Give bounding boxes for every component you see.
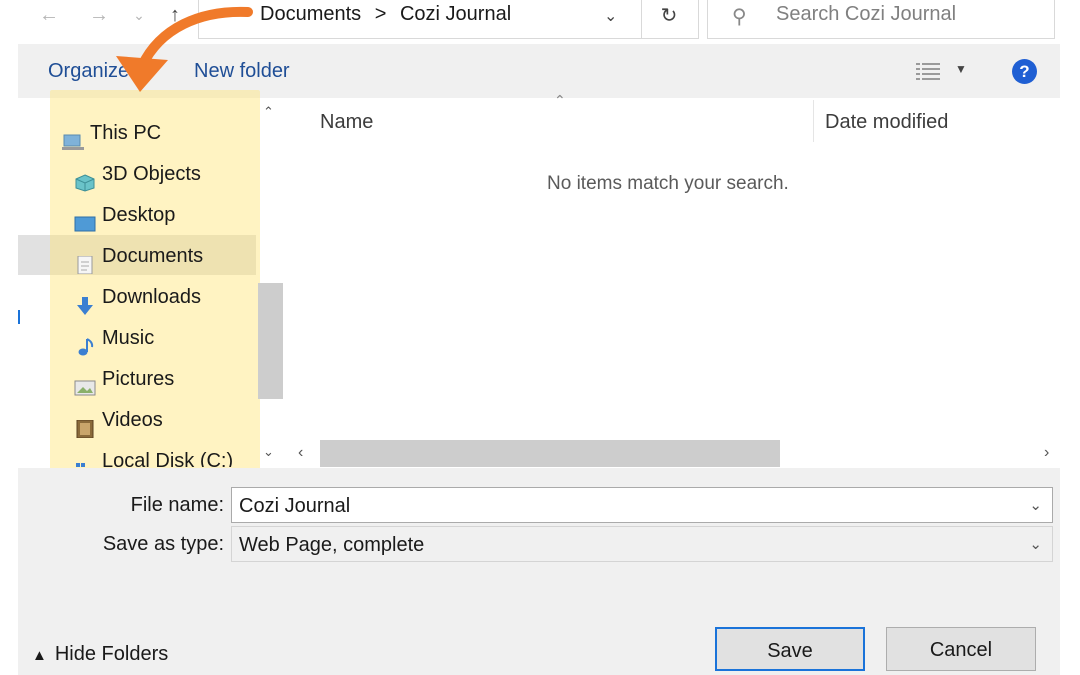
- nav-item-label: Desktop: [102, 204, 176, 226]
- nav-item-documents[interactable]: Documents: [74, 236, 274, 276]
- nav-item-label: Music: [102, 327, 155, 349]
- forward-arrow-icon[interactable]: →: [88, 4, 110, 26]
- nav-item-label: Documents: [102, 245, 204, 267]
- refresh-icon: ↻: [660, 5, 678, 27]
- nav-item-this-pc[interactable]: This PC: [62, 113, 262, 153]
- nav-scroll-up-icon[interactable]: ⌃: [263, 104, 274, 120]
- breadcrumb-separator: >: [374, 3, 387, 25]
- save-as-type-label: Save as type:: [102, 533, 224, 555]
- desktop-icon: [74, 207, 96, 232]
- chevron-up-icon: ▲: [32, 647, 47, 664]
- recent-locations-chevron-icon[interactable]: ⌄: [128, 4, 150, 26]
- nav-item-label: Videos: [102, 409, 163, 431]
- nav-item-3d-objects[interactable]: 3D Objects: [74, 154, 274, 194]
- hide-folders-label: Hide Folders: [54, 643, 169, 665]
- nav-item-downloads[interactable]: Downloads: [74, 277, 274, 317]
- hide-folders-toggle[interactable]: ▲ Hide Folders: [32, 643, 168, 666]
- picture-icon: [74, 371, 96, 396]
- empty-message: No items match your search.: [547, 173, 789, 194]
- nav-item-label: Downloads: [102, 286, 201, 308]
- nav-item-label: Pictures: [102, 368, 175, 390]
- focus-marker: [18, 310, 20, 324]
- disk-icon: [74, 453, 96, 467]
- scroll-right-icon[interactable]: ›: [1044, 444, 1049, 462]
- up-arrow-icon[interactable]: ↑: [164, 4, 186, 26]
- nav-item-desktop[interactable]: Desktop: [74, 195, 274, 235]
- file-name-dropdown-icon[interactable]: ⌄: [1029, 488, 1042, 524]
- column-header-date-modified[interactable]: Date modified: [825, 111, 948, 134]
- file-list: [290, 98, 1060, 468]
- nav-scroll-down-icon[interactable]: ⌄: [263, 444, 274, 460]
- column-header-name[interactable]: Name: [320, 111, 373, 134]
- column-divider[interactable]: [813, 100, 814, 142]
- refresh-button[interactable]: ↻: [640, 0, 699, 39]
- scroll-left-icon[interactable]: ‹: [298, 444, 303, 462]
- file-name-label: File name:: [130, 494, 224, 516]
- breadcrumb-cozi-journal[interactable]: Cozi Journal: [400, 3, 511, 25]
- nav-item-label: 3D Objects: [102, 163, 201, 185]
- search-icon: ⚲: [732, 6, 747, 28]
- save-as-type-dropdown-icon: ⌄: [1029, 536, 1042, 553]
- cancel-button[interactable]: Cancel: [886, 627, 1036, 671]
- help-icon[interactable]: ?: [1012, 59, 1037, 84]
- save-button[interactable]: Save: [715, 627, 865, 671]
- sort-ascending-icon: ⌃: [554, 92, 566, 108]
- search-placeholder: Search Cozi Journal: [776, 3, 957, 25]
- breadcrumb: Documents > Cozi Journal: [260, 3, 511, 26]
- save-as-type-value: Web Page, complete: [239, 534, 425, 556]
- film-icon: [74, 412, 96, 439]
- nav-scrollbar-thumb[interactable]: [258, 283, 283, 399]
- breadcrumb-documents[interactable]: Documents: [260, 3, 361, 25]
- nav-item-local-disk[interactable]: Local Disk (C:): [74, 441, 274, 467]
- music-note-icon: [74, 330, 96, 356]
- nav-item-videos[interactable]: Videos: [74, 400, 274, 440]
- back-arrow-icon[interactable]: ←: [38, 4, 60, 26]
- document-icon: [74, 248, 96, 275]
- cube-icon: [74, 166, 96, 192]
- file-name-input[interactable]: Cozi Journal ⌄: [231, 487, 1053, 523]
- new-folder-button[interactable]: New folder: [194, 60, 290, 83]
- nav-item-pictures[interactable]: Pictures: [74, 359, 274, 399]
- nav-item-label: Local Disk (C:): [102, 450, 234, 467]
- computer-icon: [62, 125, 84, 150]
- horizontal-scrollbar-thumb[interactable]: [320, 440, 780, 467]
- nav-item-label: This PC: [90, 122, 162, 144]
- view-options-icon[interactable]: [916, 62, 940, 85]
- view-dropdown-icon[interactable]: ▼: [955, 62, 967, 76]
- download-arrow-icon: [74, 289, 96, 315]
- address-dropdown-icon[interactable]: ⌄: [604, 6, 617, 26]
- search-box[interactable]: ⚲ Search Cozi Journal: [707, 0, 1055, 39]
- organize-button[interactable]: Organize: [48, 60, 129, 83]
- nav-item-music[interactable]: Music: [74, 318, 274, 358]
- save-as-type-select[interactable]: Web Page, complete ⌄: [231, 526, 1053, 562]
- file-name-value: Cozi Journal: [239, 495, 351, 517]
